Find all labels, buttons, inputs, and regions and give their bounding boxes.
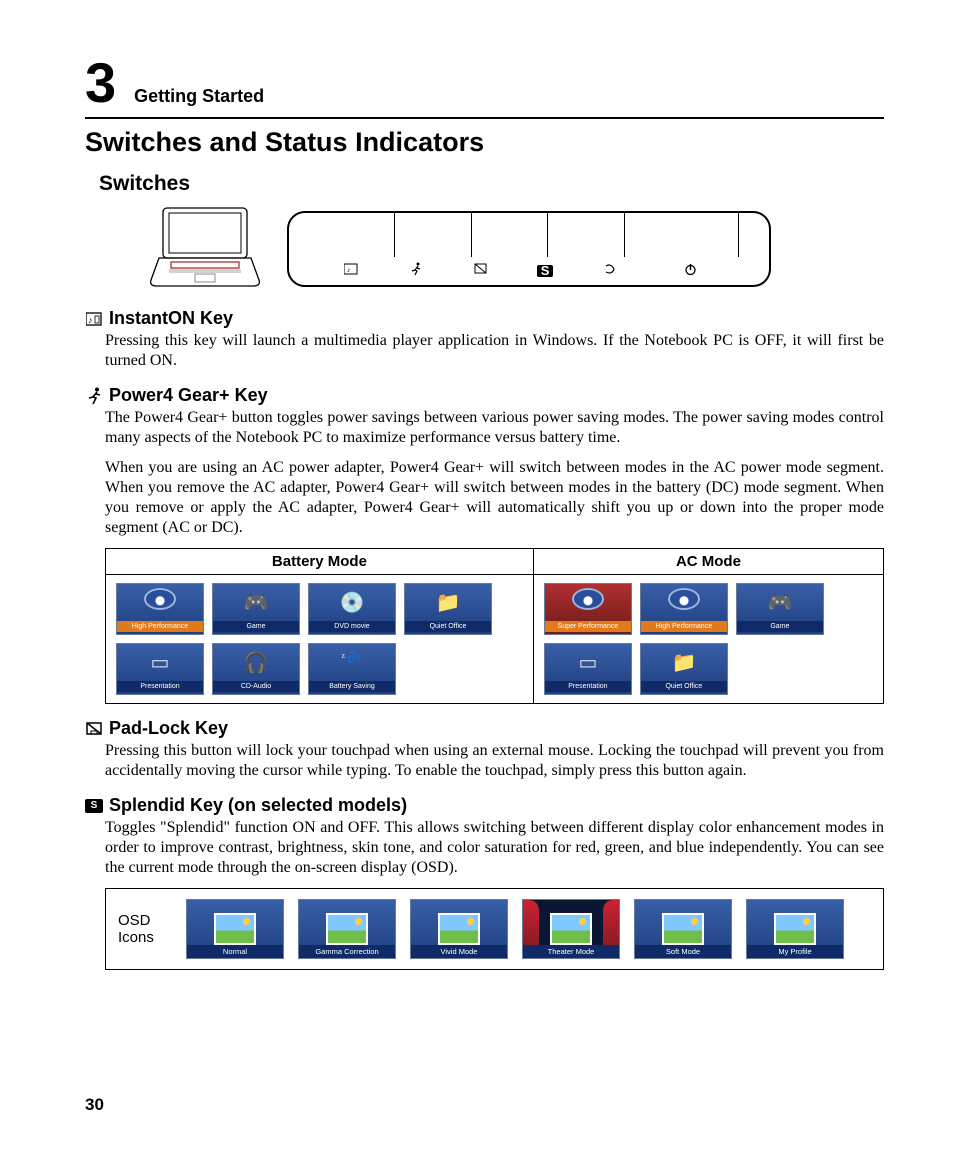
manual-page: 3 Getting Started Switches and Status In… <box>0 0 954 1155</box>
mode-tile: 💿DVD movie <box>308 583 396 635</box>
chapter-number: 3 <box>85 50 116 115</box>
mode-tile: 🎮Game <box>212 583 300 635</box>
ac-header: AC Mode <box>533 549 883 575</box>
power-icon <box>642 263 739 280</box>
instanton-section: ♪ InstantON Key Pressing this key will l… <box>85 308 884 371</box>
mode-tile: High Performance <box>116 583 204 635</box>
mode-tile: 🎧CD-Audio <box>212 643 300 695</box>
mode-tile: Super Performance <box>544 583 632 635</box>
switch-strip: ♪ S <box>287 211 771 287</box>
mode-tile: 📁Quiet Office <box>404 583 492 635</box>
power4-section: Power4 Gear+ Key The Power4 Gear+ button… <box>85 385 884 704</box>
chapter-label: Getting Started <box>134 86 264 107</box>
key-body: Pressing this button will lock your touc… <box>85 741 884 781</box>
switches-diagram: ♪ S <box>145 204 884 294</box>
osd-tile: Soft Mode <box>634 899 732 959</box>
key-body: The Power4 Gear+ button toggles power sa… <box>85 408 884 448</box>
osd-icons-box: OSD Icons Normal Gamma Correction Vivid … <box>105 888 884 970</box>
padlock-icon <box>448 263 513 279</box>
key-body: Toggles "Splendid" function ON and OFF. … <box>85 818 884 878</box>
mode-table: Battery Mode AC Mode High Performance 🎮G… <box>105 548 884 704</box>
media-icon: ♪ <box>319 263 384 279</box>
mode-tile: High Performance <box>640 583 728 635</box>
page-number: 30 <box>85 1095 104 1115</box>
key-body: When you are using an AC power adapter, … <box>85 458 884 538</box>
swirl-icon <box>577 263 642 280</box>
splendid-section: S Splendid Key (on selected models) Togg… <box>85 795 884 970</box>
s-badge-icon: S <box>85 799 103 813</box>
osd-tile: My Profile <box>746 899 844 959</box>
media-icon: ♪ <box>85 312 103 326</box>
osd-tile: Normal <box>186 899 284 959</box>
mode-tile: 📁Quiet Office <box>640 643 728 695</box>
runner-icon <box>85 387 103 405</box>
key-title: Pad-Lock Key <box>109 718 228 739</box>
mode-tile: 🎮Game <box>736 583 824 635</box>
runner-icon <box>384 262 449 280</box>
chapter-header: 3 Getting Started <box>85 50 884 119</box>
key-title: Splendid Key (on selected models) <box>109 795 407 816</box>
mode-tile: ▭Presentation <box>116 643 204 695</box>
key-body: Pressing this key will launch a multimed… <box>85 331 884 371</box>
laptop-illustration <box>145 204 265 294</box>
key-title: Power4 Gear+ Key <box>109 385 268 406</box>
osd-tile: Theater Mode <box>522 899 620 959</box>
s-badge-icon: S <box>513 263 578 279</box>
subsection-title: Switches <box>99 172 884 196</box>
padlock-section: Pad-Lock Key Pressing this button will l… <box>85 718 884 781</box>
osd-tile: Vivid Mode <box>410 899 508 959</box>
battery-header: Battery Mode <box>106 549 534 575</box>
osd-tile: Gamma Correction <box>298 899 396 959</box>
mode-tile: ᶻ💤Battery Saving <box>308 643 396 695</box>
padlock-icon <box>85 722 103 736</box>
key-title: InstantON Key <box>109 308 233 329</box>
osd-label: OSD Icons <box>118 912 172 946</box>
svg-text:♪: ♪ <box>88 315 93 325</box>
svg-text:♪: ♪ <box>347 266 351 274</box>
section-title: Switches and Status Indicators <box>85 127 884 158</box>
mode-tile: ▭Presentation <box>544 643 632 695</box>
